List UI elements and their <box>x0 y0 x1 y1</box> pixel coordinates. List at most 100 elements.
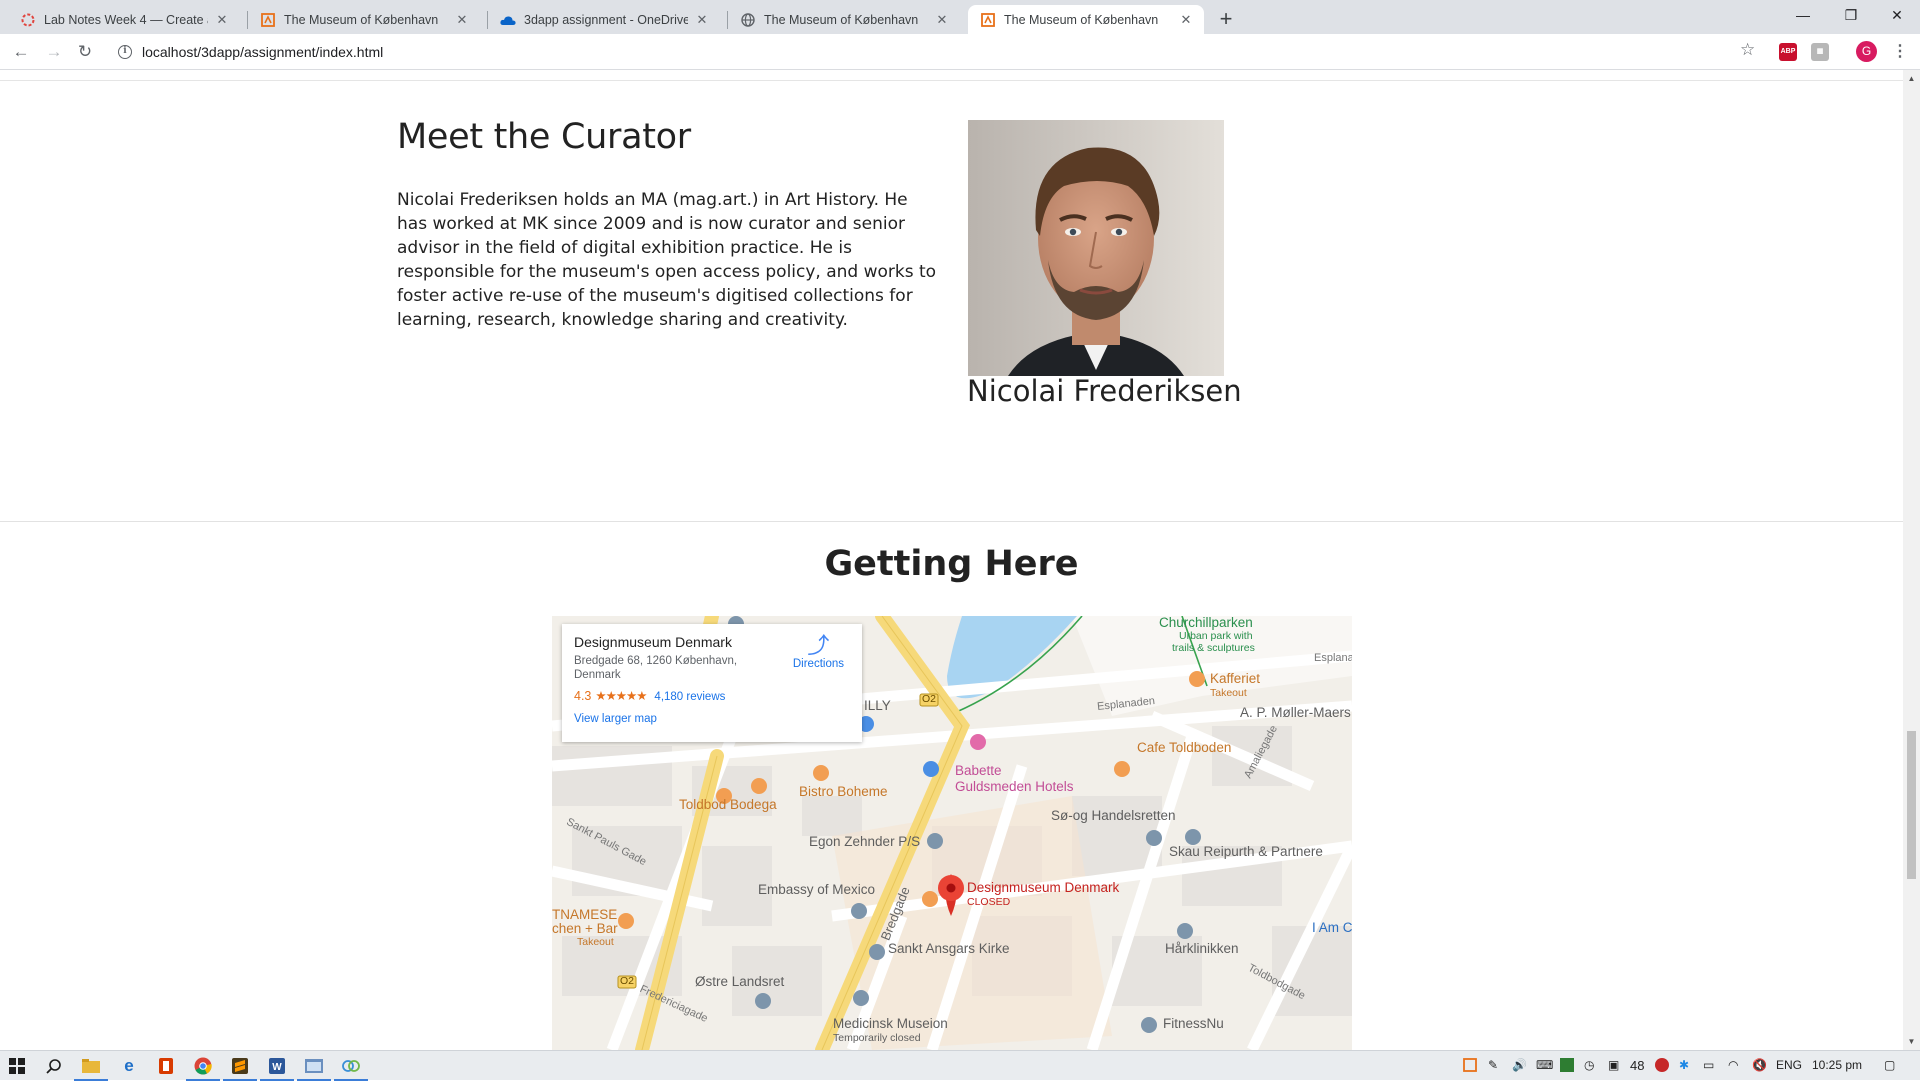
page-scrollbar[interactable]: ▲ ▼ <box>1903 70 1920 1050</box>
tab-title: The Museum of København <box>1004 12 1159 27</box>
menu-kebab-icon[interactable]: ⋮ <box>1892 41 1908 61</box>
map-label: Takeout <box>577 936 614 948</box>
bookmark-star-icon[interactable]: ☆ <box>1740 40 1755 60</box>
scroll-down-icon[interactable]: ▼ <box>1903 1033 1920 1050</box>
close-window-icon[interactable]: ✕ <box>1874 0 1920 30</box>
file-explorer-icon[interactable] <box>74 1055 108 1081</box>
network-tool-icon[interactable] <box>334 1055 368 1081</box>
keyboard-icon[interactable]: ⌨ <box>1536 1058 1553 1072</box>
battery-icon[interactable]: ▭ <box>1703 1058 1714 1072</box>
divider <box>0 521 1903 522</box>
bluetooth-icon[interactable]: ✱ <box>1679 1058 1689 1072</box>
map-label: TNAMESE <box>552 907 618 922</box>
map-label: Kafferiet <box>1210 671 1261 686</box>
sublime-icon[interactable] <box>223 1055 257 1081</box>
volume-icon[interactable]: 🔊 <box>1512 1058 1527 1072</box>
place-address: Bredgade 68, 1260 København, Denmark <box>574 655 738 681</box>
map-label: Babette <box>955 763 1002 778</box>
map-label: Churchillparken <box>1159 616 1253 630</box>
extension-icon[interactable]: ▦ <box>1811 43 1829 61</box>
adblock-extension-icon[interactable]: ABP <box>1779 43 1797 61</box>
clock-icon[interactable]: ◷ <box>1584 1058 1594 1072</box>
curator-portrait <box>968 120 1224 376</box>
clock-time[interactable]: 10:25 pm <box>1812 1058 1862 1072</box>
directions-icon: ⤴ <box>807 633 830 658</box>
reload-icon[interactable]: ↻ <box>72 39 98 65</box>
close-icon[interactable]: ✕ <box>454 12 470 28</box>
close-icon[interactable]: ✕ <box>694 12 710 28</box>
spinner-icon <box>20 12 36 28</box>
pen-icon[interactable]: ✎ <box>1488 1058 1498 1072</box>
tab-3[interactable]: 3dapp assignment - OneDrive ✕ <box>488 5 720 34</box>
tab-2[interactable]: The Museum of København ✕ <box>248 5 480 34</box>
map-label: Medicinsk Museion <box>833 1016 948 1031</box>
map-label: O2 <box>620 975 635 987</box>
info-icon[interactable]: i <box>118 45 132 59</box>
new-tab-button[interactable]: + <box>1213 7 1239 33</box>
sublime-tray-icon[interactable] <box>1463 1058 1477 1075</box>
map-label: O2 <box>922 693 937 705</box>
word-icon[interactable]: W <box>260 1055 294 1081</box>
map-label: Takeout <box>1210 687 1247 699</box>
notification-icon[interactable]: ▢ <box>1884 1058 1895 1072</box>
close-icon[interactable]: ✕ <box>1178 12 1194 28</box>
map-label: Sankt Ansgars Kirke <box>888 941 1010 956</box>
edge-icon[interactable]: e <box>118 1055 140 1077</box>
directions-button[interactable]: ⤴ Directions <box>793 633 844 671</box>
nvidia-icon[interactable] <box>1560 1058 1574 1072</box>
scrollbar-thumb[interactable] <box>1907 731 1916 879</box>
map-label: Esplana <box>1314 652 1352 664</box>
minimize-icon[interactable]: — <box>1780 0 1826 30</box>
map-label: Skau Reipurth & Partnere <box>1169 844 1323 859</box>
view-larger-map-link[interactable]: View larger map <box>574 713 850 725</box>
place-rating: 4.3 ★★★★★ 4,180 reviews <box>574 688 850 703</box>
mute-icon[interactable]: 🔇 <box>1752 1058 1767 1072</box>
tab-4[interactable]: The Museum of København ✕ <box>728 5 960 34</box>
museum-favicon <box>260 12 276 28</box>
map-label: trails & sculptures <box>1172 642 1255 654</box>
map-label: Cafe Toldboden <box>1137 740 1232 755</box>
map-label: Guldsmeden Hotels <box>955 779 1074 794</box>
windows-taskbar: e W ✎ 🔊 ⌨ ◷ ▣ 48 ✱ ▭ ◠ 🔇 ENG 10:25 pm ▢ <box>0 1050 1920 1081</box>
close-icon[interactable]: ✕ <box>214 12 230 28</box>
display-icon[interactable]: ▣ <box>1608 1058 1619 1072</box>
reviews-link[interactable]: 4,180 reviews <box>654 691 725 703</box>
search-icon[interactable] <box>43 1055 65 1077</box>
app-window-icon[interactable] <box>297 1055 331 1081</box>
globe-icon <box>740 12 756 28</box>
tab-5-active[interactable]: The Museum of København ✕ <box>968 5 1204 34</box>
google-map-embed[interactable]: Churchillparken Urban park with trails &… <box>552 616 1352 1050</box>
address-bar[interactable]: i localhost/3dapp/assignment/index.html <box>108 37 1768 67</box>
tab-title: The Museum of København <box>284 12 439 27</box>
alert-icon[interactable] <box>1655 1058 1669 1072</box>
chrome-icon[interactable] <box>186 1055 220 1081</box>
map-label: I Am C <box>1312 920 1352 935</box>
map-label: Østre Landsret <box>695 974 785 989</box>
close-icon[interactable]: ✕ <box>934 12 950 28</box>
tab-1[interactable]: Lab Notes Week 4 — Create a ba ✕ <box>8 5 240 34</box>
map-label: Toldbod Bodega <box>679 797 777 812</box>
map-label: FitnessNu <box>1163 1016 1224 1031</box>
avatar[interactable]: G <box>1856 41 1877 62</box>
restore-icon[interactable]: ❐ <box>1828 0 1874 30</box>
curator-heading: Meet the Curator <box>397 117 691 157</box>
curator-bio: Nicolai Frederiksen holds an MA (mag.art… <box>397 190 937 330</box>
scroll-up-icon[interactable]: ▲ <box>1903 70 1920 87</box>
forward-arrow-icon[interactable]: → <box>41 39 67 65</box>
url-text[interactable]: localhost/3dapp/assignment/index.html <box>142 44 383 60</box>
curator-name: Nicolai Frederiksen <box>967 374 1242 408</box>
star-rating-icon: ★★★★★ <box>595 689 647 703</box>
map-label: Urban park with <box>1179 630 1253 642</box>
tab-title: The Museum of København <box>764 12 919 27</box>
back-arrow-icon[interactable]: ← <box>8 39 34 65</box>
language-indicator[interactable]: ENG <box>1776 1058 1802 1072</box>
office-icon[interactable] <box>155 1055 177 1077</box>
badge-count[interactable]: 48 <box>1630 1058 1644 1073</box>
getting-here-heading: Getting Here <box>824 544 1079 584</box>
windows-start-icon[interactable] <box>6 1055 28 1077</box>
map-label: CLOSED <box>967 896 1011 908</box>
wifi-icon[interactable]: ◠ <box>1728 1058 1738 1072</box>
map-label: Sø-og Handelsretten <box>1051 808 1176 823</box>
map-label: Designmuseum Denmark <box>967 880 1120 895</box>
page-viewport: Meet the Curator Nicolai Frederiksen hol… <box>0 70 1903 1050</box>
